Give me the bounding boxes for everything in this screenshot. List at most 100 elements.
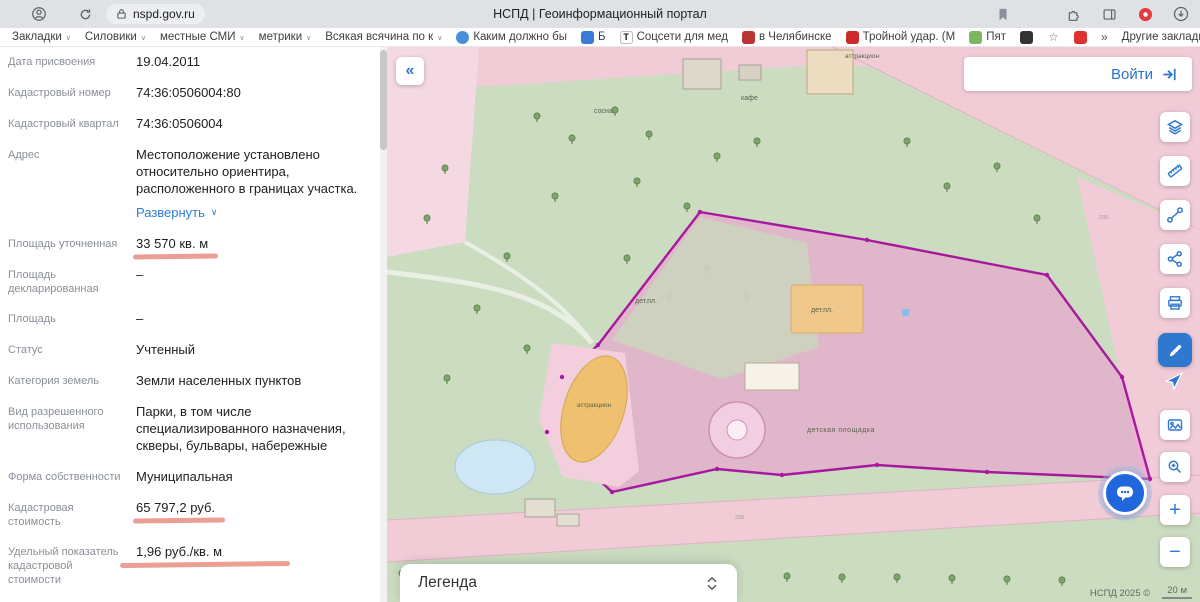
zoom-out-button[interactable]: − bbox=[1160, 537, 1190, 567]
draw-tool-button-active[interactable] bbox=[1158, 333, 1192, 367]
route-icon bbox=[1167, 207, 1183, 223]
location-arrow-icon bbox=[1164, 371, 1184, 391]
attribute-label: Площадь уточненная bbox=[8, 238, 118, 250]
route-button[interactable] bbox=[1160, 200, 1190, 230]
highlighted-value: 33 570 кв. м bbox=[136, 236, 209, 251]
highlighted-value: 1,96 руб./кв. м bbox=[136, 544, 223, 559]
highlighted-value: 65 797,2 руб. bbox=[136, 500, 216, 515]
scale-bar: 20 м bbox=[1162, 585, 1192, 599]
collapse-panel-button[interactable]: « bbox=[396, 57, 424, 85]
map-area[interactable]: сосна кафе аттракцион дет.пл. дет.пл. ат… bbox=[387, 47, 1200, 602]
browser-window: nspd.gov.ru НСПД | Геоинформационный пор… bbox=[0, 0, 1200, 602]
star-icon: ☆ bbox=[1048, 30, 1059, 44]
expand-address-link[interactable]: Развернуть ∨ bbox=[136, 204, 374, 221]
chevron-up-down-icon bbox=[707, 576, 717, 590]
t-favicon: Т bbox=[619, 30, 633, 44]
attribute-row: Удельный показатель кадастровой стоимост… bbox=[8, 543, 374, 587]
attribute-label: Кадастровый квартал bbox=[8, 118, 119, 130]
chat-bubble-icon bbox=[1117, 486, 1133, 501]
attribute-value: Земли населенных пунктов bbox=[136, 373, 302, 388]
bookmark-folder[interactable]: Силовики ∨ bbox=[85, 31, 146, 43]
other-bookmarks-button[interactable]: Другие закладки∨ bbox=[1122, 31, 1200, 43]
bookmark-item[interactable] bbox=[1073, 30, 1087, 44]
bookmarks-overflow-button[interactable]: » bbox=[1101, 30, 1108, 44]
building bbox=[738, 64, 762, 81]
measure-button[interactable] bbox=[1160, 156, 1190, 186]
attribute-label: Статус bbox=[8, 344, 43, 356]
map-label-236: 236 bbox=[735, 515, 744, 521]
attribute-row: Статус Учтенный bbox=[8, 341, 374, 358]
attribute-row: Форма собственности Муниципальная bbox=[8, 468, 374, 485]
bookmark-item[interactable] bbox=[1019, 30, 1033, 44]
profile-icon[interactable] bbox=[30, 5, 48, 23]
attribute-value: – bbox=[136, 267, 144, 282]
bookmark-item[interactable]: в Челябинске bbox=[741, 30, 832, 44]
bookmark-flag-icon[interactable] bbox=[994, 5, 1012, 23]
chevron-down-icon: ∨ bbox=[239, 34, 245, 42]
panel-scrollbar[interactable] bbox=[380, 47, 387, 602]
bookmark-item[interactable]: Б bbox=[581, 30, 606, 44]
pond bbox=[454, 439, 536, 495]
downloads-icon[interactable] bbox=[1172, 5, 1190, 23]
chat-button[interactable] bbox=[1103, 471, 1147, 515]
record-icon[interactable] bbox=[1136, 5, 1154, 23]
bookmark-item[interactable]: Каким должно бы bbox=[456, 30, 567, 44]
parcel-info-panel: Дата присвоения 19.04.2011 Кадастровый н… bbox=[0, 47, 380, 602]
refresh-icon[interactable] bbox=[76, 5, 94, 23]
legend-panel: Легенда bbox=[400, 564, 737, 602]
bookmark-folder[interactable]: местные СМИ ∨ bbox=[160, 31, 245, 43]
bookmarks-bar: Закладки ∨ Силовики ∨ местные СМИ ∨ метрики… bbox=[0, 28, 1200, 47]
bookmark-item[interactable]: Т Соцсети для мед bbox=[619, 30, 728, 44]
address-bar[interactable]: nspd.gov.ru bbox=[106, 4, 205, 24]
bookmark-folder[interactable]: Закладки ∨ bbox=[12, 31, 71, 43]
side-panel-icon[interactable] bbox=[1100, 5, 1118, 23]
zoom-area-button[interactable] bbox=[1160, 452, 1190, 482]
map-label-pine: сосна bbox=[594, 108, 613, 115]
screenshot-button[interactable] bbox=[1160, 410, 1190, 440]
fountain-center bbox=[726, 419, 748, 441]
chevron-down-icon: ∨ bbox=[65, 34, 71, 42]
login-button[interactable]: Войти bbox=[964, 57, 1192, 91]
map-label-attraction-top: аттракцион bbox=[845, 53, 879, 60]
login-arrow-icon bbox=[1163, 68, 1176, 80]
print-icon bbox=[1168, 296, 1182, 310]
bookmark-item[interactable]: Пят bbox=[969, 30, 1006, 44]
share-button[interactable] bbox=[1160, 244, 1190, 274]
layers-icon bbox=[1166, 119, 1184, 135]
dark-app-favicon bbox=[1019, 30, 1033, 44]
map-label-attraction-area: аттракцион bbox=[577, 402, 611, 409]
attribute-row: Категория земель Земли населенных пункто… bbox=[8, 372, 374, 389]
zoom-in-button[interactable]: + bbox=[1160, 495, 1190, 525]
map-canvas[interactable]: сосна кафе аттракцион дет.пл. дет.пл. ат… bbox=[387, 47, 1200, 602]
map-label-playground-right: дет.пл. bbox=[811, 307, 833, 314]
locate-arrow-button[interactable] bbox=[1164, 370, 1184, 395]
map-label-playground-big: детская площадка bbox=[807, 427, 875, 434]
chevron-down-icon: ∨ bbox=[437, 34, 443, 42]
scrollbar-thumb[interactable] bbox=[380, 50, 387, 150]
cafe-building bbox=[682, 58, 722, 90]
doc-favicon bbox=[581, 30, 595, 44]
attribute-label: Кадастровая стоимость bbox=[8, 502, 74, 528]
layers-button[interactable] bbox=[1160, 112, 1190, 142]
bookmark-item[interactable]: ☆ bbox=[1047, 30, 1060, 44]
attribute-value: 19.04.2011 bbox=[136, 54, 201, 69]
legend-title: Легенда bbox=[418, 574, 477, 591]
chevron-down-icon: ∨ bbox=[306, 34, 312, 42]
print-button[interactable] bbox=[1160, 288, 1190, 318]
attribute-value: Учтенный bbox=[136, 342, 196, 357]
bookmark-item[interactable]: Тройной удар. (М bbox=[845, 30, 955, 44]
bookmark-folder[interactable]: Всякая всячина по к ∨ bbox=[325, 31, 442, 43]
globe-favicon bbox=[456, 30, 470, 44]
legend-toggle-button[interactable] bbox=[705, 575, 719, 592]
bookmark-folder[interactable]: метрики ∨ bbox=[259, 31, 312, 43]
attribute-value: Парки, в том числе специализированного н… bbox=[136, 404, 346, 453]
map-attribution: НСПД 2025 © bbox=[1089, 588, 1151, 599]
chevron-down-icon: ∨ bbox=[210, 207, 218, 217]
lock-icon bbox=[117, 9, 126, 19]
building bbox=[744, 362, 800, 391]
ruler-icon bbox=[1167, 164, 1183, 178]
attribute-row: Кадастровый номер 74:36:0506004:80 bbox=[8, 84, 374, 101]
attribute-label: Адрес bbox=[8, 149, 40, 161]
extensions-icon[interactable] bbox=[1064, 5, 1082, 23]
magnifier-icon bbox=[1168, 460, 1182, 474]
